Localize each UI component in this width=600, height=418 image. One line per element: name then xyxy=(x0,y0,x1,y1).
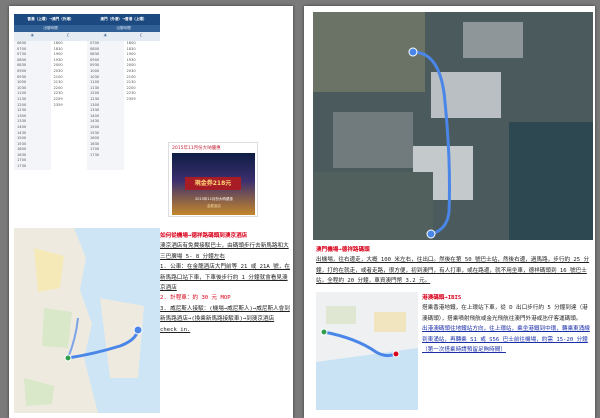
subheader-departure: 出發時間 xyxy=(43,26,58,30)
subheader-departure: 出發時間 xyxy=(116,26,131,30)
departure-time: 1730 xyxy=(90,152,100,157)
ferry-map-graphic xyxy=(316,292,418,410)
ferry-terminal-map[interactable] xyxy=(316,292,418,410)
ferry-to-ibis-directions: 港澳碼頭→IBIS 搭乘香港地鐵，在上環站下車，從 D 出口步行約 5 分鐘到達… xyxy=(422,293,592,355)
ferry-directions-paragraph-2: 出港澳碼頭往地鐵站方向，往上環站，乘坐港鐵到中環，轉乘東涌線到東涌站，再轉乘 S… xyxy=(422,326,590,354)
left-directions-intro: 澳京酒店有免費接駁巴士，由碼頭步行去新馬路和大三巴廣場 5- 8 分鐘左右 xyxy=(160,243,289,260)
departure-time: 2359 xyxy=(126,96,136,101)
departure-time: 1730 xyxy=(17,164,27,169)
timetable-header: 香港（上環）→澳門（外港） 澳門（外港）→香港（上環） xyxy=(14,14,160,25)
night-icon: ☾ xyxy=(139,33,144,39)
macau-map-graphic xyxy=(14,228,144,413)
option-taxi: 2. 計程車：約 30 元 MOP xyxy=(160,295,231,302)
day-icon: ☀ xyxy=(103,33,108,39)
ferry-timetable: 香港（上環）→澳門（外港） 澳門（外港）→香港（上環） 出發時間 出發時間 ☀ … xyxy=(14,14,160,226)
promo-banner: 現金券218元 xyxy=(185,177,241,190)
aerial-graphic xyxy=(313,12,593,240)
hotel-promo-card[interactable]: 2015年11月份大呐優惠 現金券218元 2015年11月份大呐優惠 金龍酒店 xyxy=(168,142,258,217)
timetable-column: 1800 1830 1900 1930 2000 2030 2100 2130 2200 2230… xyxy=(51,41,88,170)
left-directions: 如何從機場→德祥路碼頭到澳京酒店 澳京酒店有免費接駁巴士，由碼頭步行去新馬路和大… xyxy=(160,231,290,411)
left-directions-title: 如何從機場→德祥路碼頭到澳京酒店 xyxy=(160,233,248,239)
day-icon: ☀ xyxy=(30,33,35,39)
airport-caption-title: 澳門機場→德祥路碼頭 xyxy=(316,247,370,253)
airport-to-ferry-directions: 澳門機場→德祥路碼頭 出機場，往右邊走，大概 100 米左右，往出口。然後在第 … xyxy=(316,245,590,287)
night-icon: ☾ xyxy=(66,33,71,39)
promo-title: 2015年11月份大呐優惠 xyxy=(172,146,221,151)
timetable-icon-row: ☀ ☾ ☀ ☾ xyxy=(14,32,160,41)
ferry-directions-title: 港澳碼頭→IBIS xyxy=(422,295,462,301)
right-page: 澳門機場→德祥路碼頭 出機場，往右邊走，大概 100 米左右，往出口。然後在第 … xyxy=(304,6,595,418)
header-macau-to-hk: 澳門（外港）→香港（上環） xyxy=(100,17,147,21)
promo-logo-text: 金龍酒店 xyxy=(207,204,221,208)
ferry-directions-paragraph-1: 搭乘香港地鐵，在上環站下車，從 D 出口步行約 5 分鐘到達（港澳碼頭），搭乘噴… xyxy=(422,305,588,322)
header-hk-to-macau: 香港（上環）→澳門（外港） xyxy=(27,17,74,21)
promo-subtitle: 2015年11月份大呐優惠 xyxy=(195,197,233,201)
option-bus: 1. 公車：在金龍酒店大門前等 21 或 21A 號，在新馬路口站下車，下車後步… xyxy=(160,264,290,292)
option-venetian-shuttle: 3. 威尼斯人接駁：(機場→威尼斯人)→威尼斯人會到新馬路酒店→(換乘新馬路接駁… xyxy=(160,305,290,333)
airport-aerial-photo[interactable] xyxy=(313,12,593,240)
left-page: 香港（上環）→澳門（外港） 澳門（外港）→香港（上環） 出發時間 出發時間 ☀ … xyxy=(9,6,293,418)
macau-route-map[interactable] xyxy=(14,228,160,413)
timetable-subheader: 出發時間 出發時間 xyxy=(14,25,160,32)
timetable-column: 0630 0700 0730 0800 0830 0900 0930 1000 1030 1100… xyxy=(14,41,51,170)
directions-list: 1. 公車：在金龍酒店大門前等 21 或 21A 號，在新馬路口站下車，下車後步… xyxy=(160,262,290,335)
timetable-column: 1800 1830 1900 1930 2000 2030 2100 2130 2200 2230… xyxy=(124,41,161,170)
promo-image: 現金券218元 2015年11月份大呐優惠 金龍酒店 xyxy=(172,153,255,215)
airport-caption-body: 出機場，往右邊走，大概 100 米左右，往出口。然後在第 50 號巴士站，然後右… xyxy=(316,257,590,285)
timetable-column: 0700 0800 0830 0900 0930 1000 1030 1100 1130 1200… xyxy=(87,41,124,170)
departure-time: 2359 xyxy=(53,102,63,107)
timetable-columns: 0630 0700 0730 0800 0830 0900 0930 1000 1030 1100… xyxy=(14,41,160,170)
